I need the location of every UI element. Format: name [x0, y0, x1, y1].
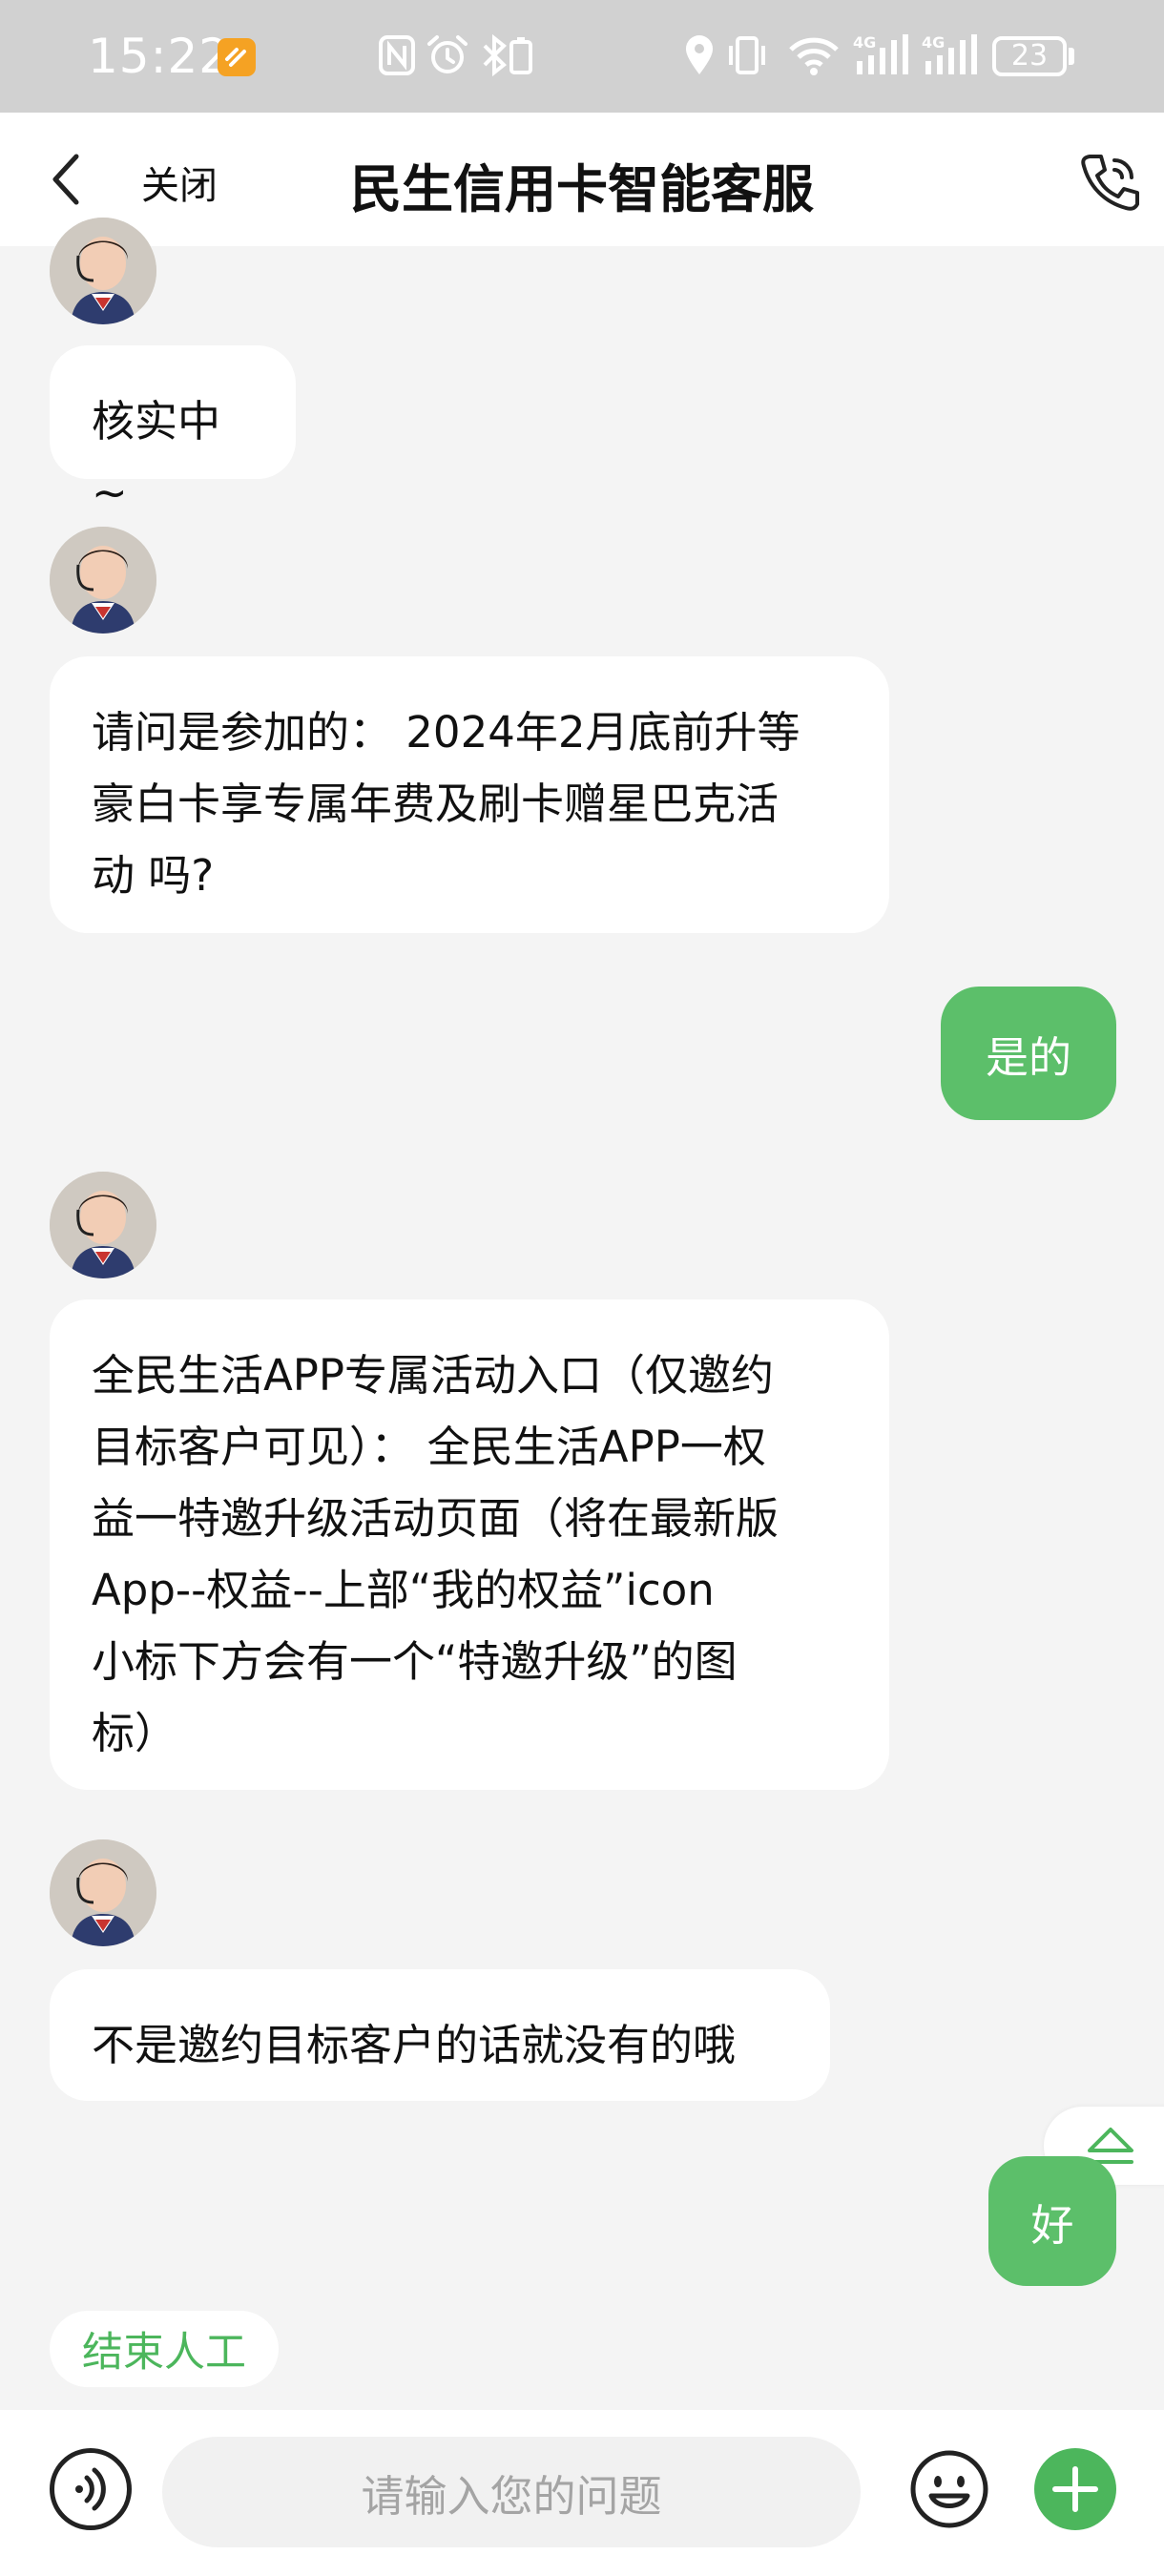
svg-text:4G: 4G [922, 33, 945, 52]
voice-input-button[interactable] [50, 2448, 132, 2530]
signal-4g-icon: 4G [853, 33, 908, 74]
back-button[interactable] [29, 141, 105, 218]
battery-tip [1069, 48, 1074, 65]
message-line: 目标客户可见）： 全民生活APP一权 [92, 1422, 766, 1472]
emoji-icon [910, 2450, 988, 2528]
message-text: 好 [1030, 2199, 1074, 2251]
agent-message: 全民生活APP专属活动入口（仅邀约 目标客户可见）： 全民生活APP一权 益一特… [50, 1299, 889, 1790]
message-text: 不是邀约目标客户的话就没有的哦 [92, 2020, 737, 2070]
emoji-button[interactable] [908, 2448, 990, 2530]
message-text: 是的 [985, 1031, 1071, 1083]
agent-avatar [50, 1172, 156, 1278]
svg-text:4G: 4G [853, 33, 876, 52]
voice-icon [75, 2467, 106, 2511]
message-input[interactable]: 请输入您的问题 [162, 2437, 861, 2547]
vibrate-icon [729, 36, 765, 74]
agent-avatar [50, 527, 156, 634]
message-line: App--权益--上部“我的权益”icon [92, 1565, 715, 1615]
location-icon [686, 35, 713, 74]
agent-avatar [50, 1839, 156, 1946]
phone-icon [1081, 155, 1139, 211]
agent-message: 核实中~ [50, 345, 296, 518]
nfc-icon [379, 35, 415, 75]
status-time: 15:22 [88, 29, 231, 84]
phone-button[interactable] [1076, 149, 1143, 216]
message-line: 动 吗? [92, 850, 215, 901]
input-bar: 请输入您的问题 [0, 2410, 1164, 2576]
signal-4g-icon: 4G [922, 33, 977, 74]
message-line: 益一特邀升级活动页面（将在最新版 [92, 1493, 779, 1544]
wifi-icon [789, 37, 839, 75]
message-line: 请问是参加的： 2024年2月底前升等 [92, 707, 800, 758]
status-bar: 15:22 4G 4G 23 [0, 0, 1164, 113]
message-line: 豪白卡享专属年费及刷卡赠星巴克活 [92, 779, 779, 829]
more-button[interactable] [1034, 2448, 1116, 2530]
user-message: 好 [988, 2156, 1116, 2286]
agent-message: 请问是参加的： 2024年2月底前升等 豪白卡享专属年费及刷卡赠星巴克活 动 吗… [50, 656, 889, 933]
battery-indicator: 23 [992, 36, 1067, 76]
plus-icon [1052, 2466, 1098, 2512]
message-text: 核实中~ [92, 396, 221, 518]
message-line: 标） [92, 1708, 178, 1758]
message-line: 全民生活APP专属活动入口（仅邀约 [92, 1350, 775, 1401]
chevron-left-icon [52, 154, 79, 205]
message-line: 小标下方会有一个“特邀升级”的图 [92, 1636, 738, 1687]
user-message: 是的 [941, 987, 1116, 1120]
bluetooth-icon [483, 33, 532, 77]
end-human-service-button[interactable]: 结束人工 [50, 2311, 279, 2387]
nav-bar: 关闭 民生信用卡智能客服 [0, 113, 1164, 246]
agent-message: 不是邀约目标客户的话就没有的哦 [50, 1969, 830, 2101]
alarm-icon [427, 35, 468, 73]
app-notification-icon [218, 38, 256, 76]
close-button[interactable]: 关闭 [141, 155, 218, 210]
agent-avatar [50, 218, 156, 324]
